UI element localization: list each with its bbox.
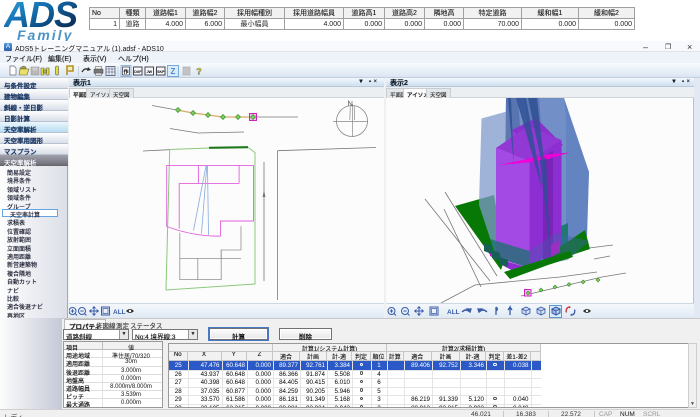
svg-text:?: ?: [196, 67, 202, 77]
svg-text:DXF: DXF: [134, 70, 142, 74]
svg-text:Z: Z: [171, 67, 176, 76]
svg-text:作: 作: [123, 69, 128, 76]
svg-text:JW: JW: [146, 70, 152, 74]
svg-text:SKP: SKP: [157, 70, 165, 74]
svg-text:ALL: ALL: [447, 309, 460, 316]
svg-text:ALL: ALL: [113, 309, 126, 316]
